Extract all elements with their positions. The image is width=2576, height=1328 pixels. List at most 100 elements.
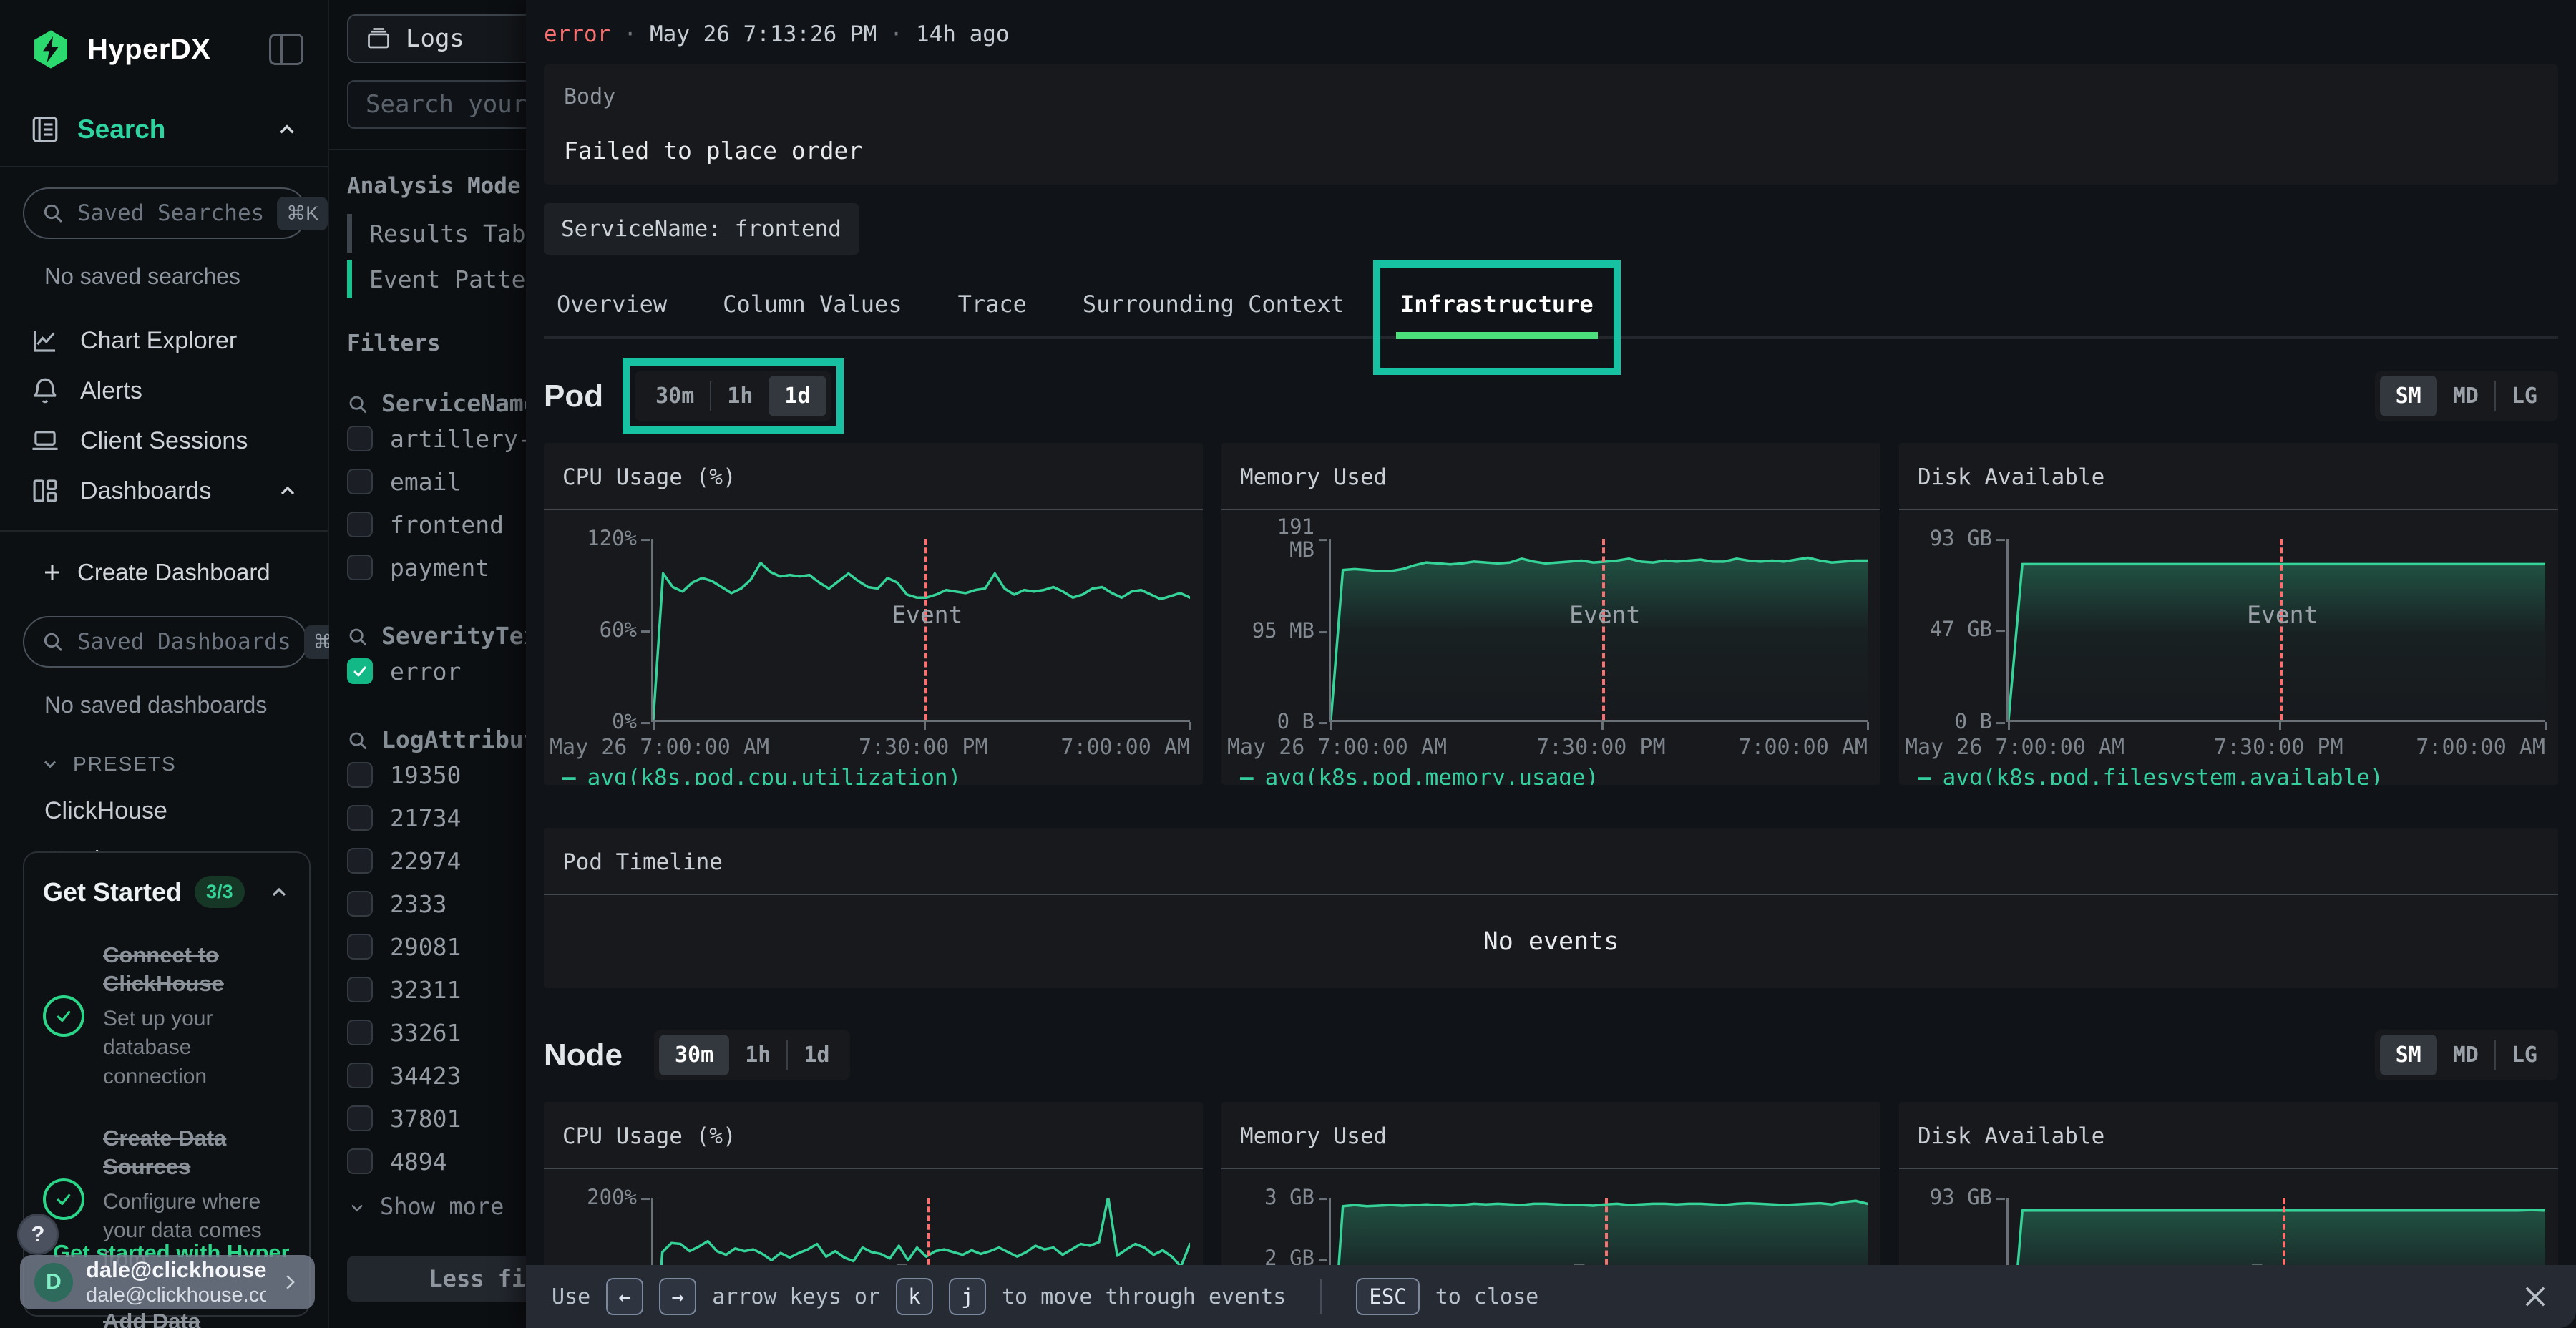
tab-column-values[interactable]: Column Values [718,279,906,336]
y-axis-label: 93 GB [1930,527,1992,550]
checkbox-icon[interactable] [347,848,373,874]
tab-surrounding-context[interactable]: Surrounding Context [1078,279,1349,336]
event-marker-label: Event [2250,1260,2321,1265]
pod-size-group: SMMDLG [2375,371,2558,421]
filter-checkbox-37801[interactable]: 37801 [347,1097,526,1140]
pod-range-30m[interactable]: 30m [640,376,710,416]
chart-line-node-memory [1331,1198,1868,1265]
tab-infrastructure[interactable]: Infrastructure [1396,279,1598,336]
saved-searches-input[interactable]: Saved Searches ⌘K [23,187,308,239]
analysis-mode-results-table[interactable]: Results Table [347,210,526,256]
alerts-icon [30,376,60,406]
checkbox-icon[interactable] [347,512,373,537]
j-key[interactable]: j [949,1278,986,1315]
node-section-header: Node 30m1h1d SMMDLG [544,1030,2558,1080]
avatar: D [34,1263,73,1302]
filter-checkbox-34423[interactable]: 34423 [347,1054,526,1097]
get-started-step-add-data[interactable]: Add DataStart sending logs, metrics, or … [43,1307,291,1328]
checkbox-icon[interactable] [347,1148,373,1174]
sidebar-item-chart-explorer[interactable]: Chart Explorer [0,316,328,366]
user-menu[interactable]: D dale@clickhouse.com dale@clickhouse.co… [20,1255,315,1309]
search-icon[interactable] [347,393,369,414]
checkbox-icon[interactable] [347,1063,373,1088]
saved-dashboards-placeholder: Saved Dashboards [77,629,291,655]
checkbox-icon[interactable] [347,891,373,917]
filter-checkbox-4894[interactable]: 4894 [347,1140,526,1183]
close-icon[interactable] [2520,1281,2550,1312]
service-name-chip[interactable]: ServiceName: frontend [544,203,859,255]
checkbox-icon[interactable] [347,762,373,788]
tab-trace[interactable]: Trace [954,279,1031,336]
event-marker-line: Event [2280,539,2283,720]
pod-size-md[interactable]: MD [2437,376,2494,416]
checkbox-icon[interactable] [347,977,373,1002]
tab-overview[interactable]: Overview [552,279,671,336]
filter-checkbox-error[interactable]: error [347,650,526,693]
saved-dashboards-input[interactable]: Saved Dashboards ⌘K [23,616,308,668]
arrow-left-key[interactable]: ← [606,1278,643,1315]
k-key[interactable]: k [896,1278,933,1315]
less-filters-button[interactable]: Less filters [347,1256,526,1302]
filter-value-label: 32311 [390,976,461,1004]
node-range-30m[interactable]: 30m [659,1035,729,1075]
checkbox-checked-icon[interactable] [347,658,373,684]
chevron-up-icon[interactable] [268,881,291,904]
filter-checkbox-33261[interactable]: 33261 [347,1011,526,1054]
sidebar-item-client-sessions[interactable]: Client Sessions [0,416,328,466]
create-dashboard-button[interactable]: Create Dashboard [0,532,328,586]
analysis-mode-event-patterns[interactable]: Event Patterns [347,256,526,302]
sidebar-item-search[interactable]: Search [0,70,328,166]
node-size-lg[interactable]: LG [2496,1035,2553,1075]
pod-size-lg[interactable]: LG [2496,376,2553,416]
filter-checkbox-32311[interactable]: 32311 [347,968,526,1011]
node-range-1d[interactable]: 1d [788,1035,845,1075]
event-search-input[interactable]: Search your events [347,80,526,129]
chart-legend: —avg(k8s.pod.memory.usage) [1221,762,1880,785]
node-range-1h[interactable]: 1h [729,1035,786,1075]
checkbox-icon[interactable] [347,469,373,494]
node-section-title: Node [544,1038,623,1073]
event-detail-scroll[interactable]: error · May 26 7:13:26 PM · 14h ago Body… [526,0,2576,1265]
checkbox-icon[interactable] [347,934,373,960]
filter-checkbox-email[interactable]: email [347,460,526,503]
get-started-step-connect-to-clickhouse[interactable]: Connect to ClickHouseSet up your databas… [43,941,291,1091]
user-subtitle: dale@clickhouse.com's [86,1283,266,1308]
arrow-right-key[interactable]: → [659,1278,696,1315]
legend-line-icon: — [1240,765,1254,785]
filter-checkbox-artillery-loa[interactable]: artillery-loa [347,417,526,460]
checkbox-icon[interactable] [347,805,373,831]
sidebar-item-alerts[interactable]: Alerts [0,366,328,416]
facet-name: LogAttributes [381,726,526,753]
filter-checkbox-22974[interactable]: 22974 [347,839,526,882]
search-icon[interactable] [347,625,369,647]
filter-checkbox-payment[interactable]: payment [347,546,526,589]
filter-checkbox-21734[interactable]: 21734 [347,796,526,839]
chart-plot: Event [651,539,1190,722]
pod-size-sm[interactable]: SM [2380,376,2437,416]
node-size-md[interactable]: MD [2437,1035,2494,1075]
checkbox-icon[interactable] [347,1105,373,1131]
filter-checkbox-frontend[interactable]: frontend [347,503,526,546]
presets-toggle[interactable]: PRESETS [0,718,328,776]
source-selector-button[interactable]: Logs [347,14,526,63]
node-size-sm[interactable]: SM [2380,1035,2437,1075]
preset-clickhouse[interactable]: ClickHouse [0,776,328,825]
show-more-button[interactable]: Show more [347,1193,526,1220]
sidebar-item-dashboards[interactable]: Dashboards [0,466,328,516]
help-button[interactable]: ? [17,1214,59,1255]
hint-text: to move through events [1002,1284,1286,1309]
get-started-header[interactable]: Get Started 3/3 [43,876,291,908]
filter-checkbox-2333[interactable]: 2333 [347,882,526,925]
pod-range-1d[interactable]: 1d [769,376,826,416]
checkbox-icon[interactable] [347,555,373,580]
checkbox-icon[interactable] [347,1020,373,1045]
chevron-up-icon[interactable] [275,117,299,142]
filter-checkbox-19350[interactable]: 19350 [347,753,526,796]
sidebar-collapse-icon[interactable] [269,34,303,65]
checkbox-icon[interactable] [347,426,373,451]
filter-checkbox-29081[interactable]: 29081 [347,925,526,968]
search-icon[interactable] [347,729,369,751]
check-circle-icon [43,995,84,1037]
pod-range-1h[interactable]: 1h [711,376,769,416]
esc-key[interactable]: ESC [1356,1278,1419,1315]
